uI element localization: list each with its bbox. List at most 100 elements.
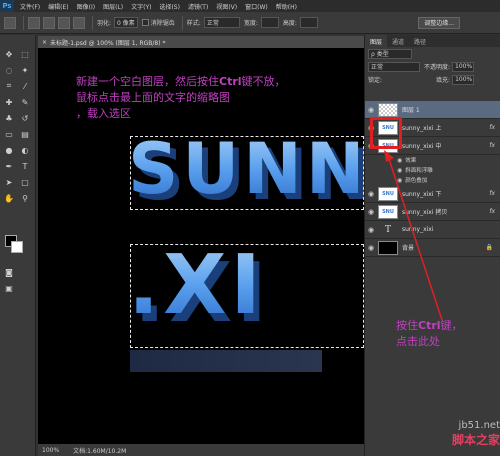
feather-input[interactable]: 0 像素	[114, 17, 138, 28]
visibility-eye-icon[interactable]: ◉	[367, 190, 375, 198]
gradient-tool-icon[interactable]: ▤	[20, 129, 30, 139]
watermark-name: 脚本之家	[451, 433, 500, 447]
divider	[23, 15, 24, 30]
rect-marquee-tool-icon[interactable]: ⬚	[20, 49, 30, 59]
pen-tool-icon[interactable]: ✒	[4, 161, 14, 171]
watermark-url: jb51.net	[458, 420, 500, 431]
menu-type[interactable]: 文字(Y)	[131, 2, 151, 11]
antialias-checkbox[interactable]	[141, 19, 149, 26]
tab-channels[interactable]: 通道	[387, 35, 409, 47]
menu-filter[interactable]: 滤镜(T)	[188, 2, 208, 11]
layer-name: sunny_xixi 上	[402, 125, 442, 132]
callout-line1-pre: 按住	[396, 319, 418, 332]
fill-input[interactable]: 100%	[452, 74, 475, 85]
ps-logo: Ps	[0, 0, 14, 12]
document-tab[interactable]: × 未标题-1.psd @ 100% (图层 1, RGB/8) *	[38, 36, 364, 48]
zoom-level[interactable]: 100%	[42, 447, 59, 454]
healing-tool-icon[interactable]: ✚	[4, 97, 14, 107]
visibility-eye-icon[interactable]: ◉	[367, 226, 375, 234]
layer-filter-row: ρ 类型	[365, 47, 500, 60]
opacity-input[interactable]: 100%	[452, 61, 475, 72]
hand-tool-icon[interactable]: ✋	[4, 193, 14, 203]
marquee-tool-icon[interactable]	[4, 16, 16, 29]
annotation-key: Ctrl	[219, 75, 242, 88]
lock-label: 锁定:	[368, 77, 383, 84]
text-layer-xi: .XI	[128, 238, 265, 333]
width-label: 宽度:	[243, 20, 258, 27]
document-canvas[interactable]: 新建一个空白图层，然后按住Ctrl键不放， 鼠标点击最上面的文字的缩略图 ，载入…	[38, 48, 364, 444]
crop-tool-icon[interactable]: ⌗	[4, 81, 14, 91]
stamp-tool-icon[interactable]: ♣	[4, 113, 14, 123]
menu-file[interactable]: 文件(F)	[20, 2, 40, 11]
divider	[92, 15, 93, 30]
fx-icon[interactable]: fx	[489, 190, 495, 197]
screen-mode-icon[interactable]: ▣	[4, 283, 14, 293]
document-title: 未标题-1.psd @ 100% (图层 1, RGB/8) *	[50, 39, 166, 47]
eraser-tool-icon[interactable]: ▭	[4, 129, 14, 139]
style-select[interactable]: 正常	[203, 17, 240, 28]
callout-annotation: 按住Ctrl键， 点击此处	[396, 318, 463, 350]
visibility-eye-icon[interactable]: ◉	[367, 244, 375, 252]
close-icon[interactable]: ×	[42, 39, 47, 46]
menu-help[interactable]: 帮助(H)	[276, 2, 297, 11]
tab-layers[interactable]: 图层	[365, 35, 388, 47]
instruction-annotation: 新建一个空白图层，然后按住Ctrl键不放， 鼠标点击最上面的文字的缩略图 ，载入…	[76, 74, 286, 122]
document-size: 文档:1.60M/10.2M	[73, 447, 127, 455]
fill-label: 填充:	[436, 77, 451, 84]
text-layer-sunny: SUNN	[128, 128, 364, 210]
blend-row: 正常 不透明度: 100%	[365, 60, 500, 73]
pointer-arrow	[384, 150, 443, 321]
blend-mode-select[interactable]: 正常	[368, 61, 420, 72]
fx-icon[interactable]: fx	[489, 142, 495, 149]
gradient-bar	[130, 350, 322, 372]
quick-mask-icon[interactable]: ◙	[4, 267, 14, 277]
path-select-tool-icon[interactable]: ➤	[4, 177, 14, 187]
background-color-swatch[interactable]	[11, 241, 23, 253]
refine-edge-button[interactable]: 调整边缘...	[418, 16, 460, 29]
menu-window[interactable]: 窗口(W)	[245, 2, 268, 11]
move-tool-icon[interactable]: ✥	[4, 49, 14, 59]
menu-image[interactable]: 图像(I)	[77, 2, 95, 11]
divider	[181, 15, 183, 30]
style-label: 样式:	[186, 20, 201, 27]
width-input[interactable]	[260, 17, 279, 28]
tab-paths[interactable]: 路径	[409, 35, 431, 47]
dodge-tool-icon[interactable]: ◐	[20, 145, 30, 155]
panel-tabs: 图层 通道 路径	[365, 35, 500, 47]
annotation-line1-post: 键不放，	[241, 75, 286, 88]
menu-layer[interactable]: 图层(L)	[103, 2, 123, 11]
lock-row: 锁定: 填充: 100%	[365, 73, 500, 86]
status-bar: 100% 文档:1.60M/10.2M	[38, 444, 364, 456]
opacity-label: 不透明度:	[424, 64, 451, 71]
annotation-line1-pre: 新建一个空白图层，然后按住	[76, 75, 219, 88]
tools-panel: ✥ ⬚ ◌ ✦ ⌗ ⁄ ✚ ✎ ♣ ↺ ▭ ▤ ● ◐ ✒ T ➤ ▢ ✋ ⚲ …	[0, 35, 36, 456]
add-selection-icon[interactable]	[43, 16, 55, 29]
height-input[interactable]	[299, 17, 318, 28]
callout-key: Ctrl	[418, 319, 441, 332]
blur-tool-icon[interactable]: ●	[4, 145, 14, 155]
new-selection-icon[interactable]	[28, 16, 40, 29]
menu-edit[interactable]: 编辑(E)	[48, 2, 68, 11]
brush-tool-icon[interactable]: ✎	[20, 97, 30, 107]
menu-select[interactable]: 选择(S)	[159, 2, 180, 11]
magic-wand-tool-icon[interactable]: ✦	[20, 65, 30, 75]
subtract-selection-icon[interactable]	[58, 16, 70, 29]
type-tool-icon[interactable]: T	[20, 161, 30, 171]
menu-bar: Ps 文件(F) 编辑(E) 图像(I) 图层(L) 文字(Y) 选择(S) 滤…	[0, 0, 500, 12]
layer-name: 图层 1	[402, 107, 420, 114]
options-bar: 羽化: 0 像素 消除锯齿 样式: 正常 宽度: 高度: 调整边缘...	[0, 12, 500, 34]
antialias-label: 消除锯齿	[150, 20, 175, 27]
menu-view[interactable]: 视图(V)	[216, 2, 237, 11]
layer-thumbnail[interactable]	[378, 102, 398, 117]
fx-icon[interactable]: fx	[489, 124, 495, 131]
shape-tool-icon[interactable]: ▢	[20, 177, 30, 187]
history-brush-tool-icon[interactable]: ↺	[20, 113, 30, 123]
visibility-eye-icon[interactable]: ◉	[367, 106, 375, 114]
intersect-selection-icon[interactable]	[73, 16, 85, 29]
lasso-tool-icon[interactable]: ◌	[4, 65, 14, 75]
layer-filter-select[interactable]: ρ 类型	[368, 48, 412, 59]
visibility-eye-icon[interactable]: ◉	[367, 208, 375, 216]
fx-icon[interactable]: fx	[489, 208, 495, 215]
zoom-tool-icon[interactable]: ⚲	[20, 193, 30, 203]
eyedropper-tool-icon[interactable]: ⁄	[20, 81, 30, 91]
